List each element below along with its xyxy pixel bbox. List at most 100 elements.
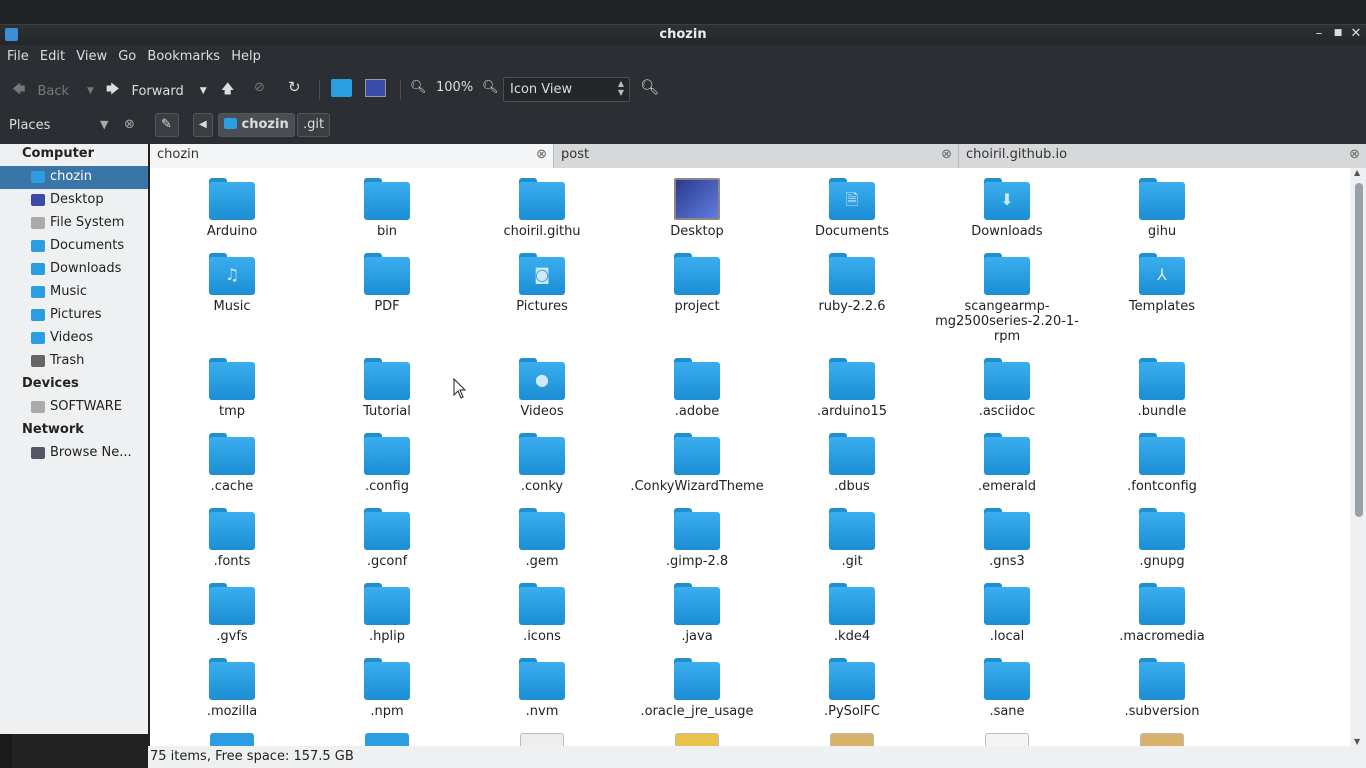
icon-view[interactable]: Arduino bin choiril.githu Desktop 🗎 Documents… [150, 168, 1350, 746]
tab-close-icon[interactable]: ⊗ [941, 147, 952, 162]
file-item[interactable]: .java [622, 583, 772, 644]
sidebar-item-downloads[interactable]: Downloads [0, 258, 148, 281]
file-item[interactable]: ⅄ Templates [1087, 253, 1237, 314]
file-item[interactable]: .config [312, 433, 462, 494]
sidebar-item-chozin[interactable]: chozin [0, 166, 148, 189]
zoom-in-icon[interactable]: 🔍︎ [482, 80, 499, 95]
path-segment-git[interactable]: .git [297, 113, 331, 137]
menu-view[interactable]: View [76, 45, 107, 64]
sidebar-item-pictures[interactable]: Pictures [0, 304, 148, 327]
text-file-icon[interactable] [520, 733, 564, 746]
sidebar-item-music[interactable]: Music [0, 281, 148, 304]
path-scroll-left-icon[interactable]: ◀ [193, 113, 213, 137]
window-titlebar[interactable]: chozin – ■ ✕ [0, 24, 1366, 45]
file-item[interactable]: .PySolFC [777, 658, 927, 719]
menu-go[interactable]: Go [118, 45, 136, 64]
maximize-icon[interactable]: ■ [1330, 28, 1346, 38]
file-item[interactable]: .gimp-2.8 [622, 508, 772, 569]
tab-chozin[interactable]: chozin ⊗ [150, 144, 554, 168]
file-item[interactable]: .arduino15 [777, 358, 927, 419]
file-item[interactable]: 🗎 Documents [777, 178, 927, 239]
minimize-icon[interactable]: – [1311, 26, 1327, 41]
tab-choiril-github-io[interactable]: choiril.github.io ⊗ [959, 144, 1366, 168]
file-item[interactable]: .npm [312, 658, 462, 719]
file-item[interactable]: scangearmp-mg2500series-2.20-1-rpm [932, 253, 1082, 344]
sidebar-item-file-system[interactable]: File System [0, 212, 148, 235]
archive-icon[interactable] [675, 733, 719, 746]
file-item[interactable]: .kde4 [777, 583, 927, 644]
file-item[interactable]: ● Videos [467, 358, 617, 419]
sidebar-item-browse-network[interactable]: Browse Ne... [0, 442, 148, 465]
file-item[interactable]: .asciidoc [932, 358, 1082, 419]
file-item[interactable]: .dbus [777, 433, 927, 494]
file-item[interactable]: Desktop [622, 178, 772, 239]
file-item[interactable]: project [622, 253, 772, 314]
forward-history-dropdown-icon[interactable]: ▼ [200, 86, 207, 96]
folder-icon[interactable] [210, 733, 254, 746]
file-item[interactable]: PDF [312, 253, 462, 314]
file-item[interactable]: .emerald [932, 433, 1082, 494]
file-item[interactable]: ruby-2.2.6 [777, 253, 927, 314]
sidebar-close-icon[interactable]: ⊗ [124, 117, 135, 132]
menu-file[interactable]: File [7, 45, 29, 64]
file-item[interactable]: Arduino [157, 178, 307, 239]
sidebar-item-documents[interactable]: Documents [0, 235, 148, 258]
file-item[interactable]: Tutorial [312, 358, 462, 419]
file-item[interactable]: tmp [157, 358, 307, 419]
file-item[interactable]: .subversion [1087, 658, 1237, 719]
scroll-up-icon[interactable]: ▲ [1354, 168, 1360, 177]
file-item[interactable]: .gnupg [1087, 508, 1237, 569]
package-icon[interactable] [830, 733, 874, 746]
view-mode-select[interactable]: Icon View ▲ ▼ [503, 77, 630, 102]
package-icon[interactable] [1140, 733, 1184, 746]
file-item[interactable]: .gconf [312, 508, 462, 569]
tab-close-icon[interactable]: ⊗ [536, 147, 547, 162]
file-item[interactable]: gihu [1087, 178, 1237, 239]
file-item[interactable]: .local [932, 583, 1082, 644]
up-arrow-icon[interactable]: 🡅 [221, 80, 234, 102]
script-file-icon[interactable] [985, 733, 1029, 746]
file-item[interactable]: .nvm [467, 658, 617, 719]
location-toggle-icon[interactable]: ✎ [155, 113, 179, 137]
menu-help[interactable]: Help [231, 45, 261, 64]
file-item[interactable]: .oracle_jre_usage [622, 658, 772, 719]
file-item[interactable]: bin [312, 178, 462, 239]
file-item[interactable]: .conky [467, 433, 617, 494]
file-item[interactable]: .gns3 [932, 508, 1082, 569]
file-item[interactable]: .macromedia [1087, 583, 1237, 644]
file-item[interactable]: .sane [932, 658, 1082, 719]
sidebar-item-software[interactable]: SOFTWARE [0, 396, 148, 419]
close-icon[interactable]: ✕ [1348, 26, 1364, 41]
scroll-down-icon[interactable]: ▼ [1354, 737, 1360, 746]
menu-edit[interactable]: Edit [40, 45, 65, 64]
file-item[interactable]: .cache [157, 433, 307, 494]
sidebar-dropdown-icon[interactable]: ▼ [100, 118, 108, 131]
scrollbar-thumb[interactable] [1355, 183, 1363, 517]
search-icon[interactable]: 🔍︎ [640, 78, 659, 96]
sidebar-item-desktop[interactable]: Desktop [0, 189, 148, 212]
folder-icon[interactable] [365, 733, 409, 746]
file-item[interactable]: ◙ Pictures [467, 253, 617, 314]
menu-bookmarks[interactable]: Bookmarks [147, 45, 220, 64]
file-item[interactable]: .bundle [1087, 358, 1237, 419]
zoom-out-icon[interactable]: 🔍︎ [410, 80, 427, 95]
file-item[interactable]: .fonts [157, 508, 307, 569]
sidebar-item-videos[interactable]: Videos [0, 327, 148, 350]
computer-icon[interactable] [365, 79, 386, 97]
file-item[interactable]: .mozilla [157, 658, 307, 719]
tab-close-icon[interactable]: ⊗ [1349, 147, 1360, 162]
path-segment-chozin[interactable]: chozin [218, 113, 295, 137]
file-item[interactable]: .hplip [312, 583, 462, 644]
forward-button[interactable]: 🡆 Forward ▼ [106, 80, 207, 102]
home-folder-icon[interactable] [331, 79, 352, 97]
back-history-dropdown-icon[interactable]: ▼ [87, 86, 94, 96]
file-item[interactable]: ♫ Music [157, 253, 307, 314]
file-item[interactable]: .fontconfig [1087, 433, 1237, 494]
file-item[interactable]: .ConkyWizardTheme [622, 433, 772, 494]
file-item[interactable]: .gvfs [157, 583, 307, 644]
back-button[interactable]: 🡄 Back ▼ [12, 80, 94, 102]
file-item[interactable]: .adobe [622, 358, 772, 419]
stop-icon[interactable]: ⊘ [254, 80, 265, 95]
vertical-scrollbar[interactable]: ▲ ▼ [1350, 168, 1366, 746]
tab-post[interactable]: post ⊗ [554, 144, 959, 168]
